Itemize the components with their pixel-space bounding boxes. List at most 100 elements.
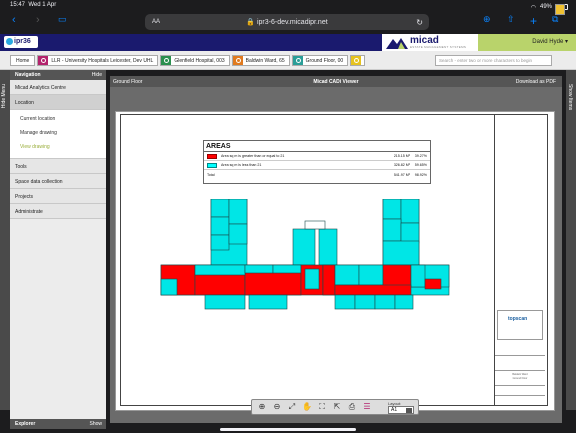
nav-item-tools[interactable]: Tools bbox=[10, 159, 106, 174]
divider bbox=[495, 385, 545, 386]
pan-icon[interactable]: ✋ bbox=[301, 401, 313, 413]
nav-sub-view-drawing[interactable]: View drawing bbox=[10, 140, 106, 154]
areas-percent: 59.65% bbox=[414, 163, 427, 167]
breadcrumb-bar: Home LLR - University Hospitals Leicester… bbox=[0, 51, 576, 70]
show-items-label: Show Items bbox=[567, 84, 573, 111]
drawing-frame: AREAS Area sq m is greater than or equal… bbox=[120, 114, 548, 406]
layout-select[interactable]: A1 bbox=[388, 406, 414, 414]
floor-plan[interactable] bbox=[155, 199, 465, 334]
divider bbox=[495, 355, 545, 356]
areas-legend: AREAS Area sq m is greater than or equal… bbox=[203, 140, 431, 184]
user-area[interactable]: David Hyde ▾ bbox=[478, 34, 576, 51]
divider bbox=[495, 370, 545, 371]
tabs-icon[interactable]: ⧉ bbox=[552, 14, 558, 25]
divider bbox=[495, 395, 545, 396]
breadcrumb-item[interactable]: Baldwin Ward, 65 bbox=[231, 55, 290, 66]
status-date: Wed 1 Apr bbox=[28, 2, 57, 8]
layers-icon[interactable]: ☰ bbox=[361, 401, 373, 413]
topscan-name: topscan bbox=[508, 316, 528, 322]
navigation-header: Navigation Hide bbox=[10, 70, 106, 80]
nav-item-analytics[interactable]: Micad Analytics Centre bbox=[10, 80, 106, 95]
reload-icon[interactable]: ↻ bbox=[416, 18, 423, 27]
zoom-in-icon[interactable]: ⊕ bbox=[256, 401, 268, 413]
areas-value: 541.97 M² bbox=[393, 172, 410, 177]
breadcrumb-label: Home bbox=[16, 57, 30, 64]
download-icon[interactable]: ⊕ bbox=[483, 14, 491, 25]
breadcrumb-item[interactable] bbox=[350, 55, 366, 66]
micad-mountain-icon bbox=[386, 38, 408, 49]
wifi-icon: ◠ bbox=[530, 4, 536, 11]
areas-percent: 98.92% bbox=[414, 172, 427, 177]
breadcrumb-label: LLR - University Hospitals Leicester, De… bbox=[51, 57, 154, 64]
search-input[interactable] bbox=[435, 55, 552, 66]
show-explorer-button[interactable]: Show bbox=[89, 421, 102, 427]
nav-sub-manage-drawing[interactable]: Manage drawing bbox=[10, 126, 106, 140]
new-tab-icon[interactable]: + bbox=[530, 14, 537, 28]
areas-label: Total bbox=[207, 172, 215, 177]
text-size-button[interactable]: AA bbox=[152, 19, 160, 25]
titleblock-floor: Ground Floor bbox=[512, 377, 528, 380]
cyan-swatch bbox=[207, 162, 217, 168]
nav-item-location[interactable]: Location bbox=[10, 95, 106, 110]
bookmarks-icon[interactable]: ▭ bbox=[58, 14, 67, 25]
explorer-title: Explorer bbox=[15, 421, 36, 427]
status-bar: 15:47 Wed 1 Apr ◠ 49% bbox=[10, 2, 568, 12]
breadcrumb: Home LLR - University Hospitals Leicester… bbox=[10, 55, 367, 66]
share-icon[interactable]: ⇧ bbox=[507, 14, 515, 25]
nav-item-projects[interactable]: Projects bbox=[10, 189, 106, 204]
nav-item-administrate[interactable]: Administrate bbox=[10, 204, 106, 219]
breadcrumb-item[interactable]: Ground Floor, 00 bbox=[291, 55, 349, 66]
areas-value: 326.82 M² bbox=[393, 163, 410, 167]
nav-sub-current-location[interactable]: Current location bbox=[10, 112, 106, 126]
download-pdf-link[interactable]: Download as PDF bbox=[516, 79, 556, 85]
title-block: topscan Baldwin Ward Ground Floor bbox=[494, 115, 545, 405]
breadcrumb-item[interactable]: Glenfield Hospital, 003 bbox=[160, 55, 230, 66]
location-pin-icon bbox=[161, 56, 172, 65]
topscan-logo: topscan bbox=[497, 310, 543, 340]
breadcrumb-item[interactable]: LLR - University Hospitals Leicester, De… bbox=[37, 55, 159, 66]
breadcrumb-label: Baldwin Ward, 65 bbox=[245, 57, 285, 64]
location-pin-icon bbox=[292, 56, 303, 65]
address-bar[interactable]: AA 🔒 ipr3-6-dev.micadipr.net ↻ bbox=[145, 14, 429, 30]
areas-title: AREAS bbox=[204, 141, 430, 152]
viewer-toolbar: ⊕ ⊖ ⤢ ✋ ⛶ ⇱ ⎙ ☰ Layout: A1 bbox=[251, 399, 419, 415]
back-icon[interactable]: ‹ bbox=[12, 14, 16, 26]
show-items-tab[interactable]: Show Items bbox=[566, 70, 576, 410]
print-icon[interactable]: ⎙ bbox=[346, 401, 358, 413]
forward-icon[interactable]: › bbox=[36, 14, 40, 26]
viewer-title: Micad CADi Viewer bbox=[313, 79, 359, 85]
location-submenu: Current location Manage drawing View dra… bbox=[10, 110, 106, 159]
explorer-header: Explorer Show bbox=[10, 419, 106, 429]
breadcrumb-home[interactable]: Home bbox=[10, 55, 36, 66]
zoom-extents-icon[interactable]: ⤢ bbox=[286, 401, 298, 413]
location-pin-icon bbox=[232, 56, 243, 65]
location-pin-icon bbox=[351, 56, 362, 65]
export-icon[interactable]: ⇱ bbox=[331, 401, 343, 413]
titleblock-ward: Baldwin Ward bbox=[512, 373, 528, 376]
zoom-out-icon[interactable]: ⊖ bbox=[271, 401, 283, 413]
areas-row: Area sq m is less than 21 326.82 M² 59.6… bbox=[204, 161, 430, 170]
micad-logo: micad ESTATE MANAGEMENT SYSTEMS bbox=[382, 34, 478, 51]
navigation-panel: Navigation Hide Micad Analytics Centre L… bbox=[10, 70, 106, 429]
search-button[interactable] bbox=[555, 4, 565, 15]
drawing-sheet[interactable]: AREAS Area sq m is greater than or equal… bbox=[115, 111, 555, 411]
hide-menu-label: Hide Menu bbox=[1, 84, 7, 109]
areas-label: Area sq m is greater than or equal to 21 bbox=[221, 154, 285, 158]
fullscreen-icon[interactable]: ⛶ bbox=[316, 401, 328, 413]
brand-tagline: ESTATE MANAGEMENT SYSTEMS bbox=[410, 45, 467, 49]
url-value: ipr3-6-dev.micadipr.net bbox=[256, 19, 328, 26]
hide-navigation-button[interactable]: Hide bbox=[92, 72, 102, 78]
ipr-logo[interactable]: ipr36 bbox=[4, 36, 38, 48]
red-swatch bbox=[207, 153, 217, 159]
cad-viewer: Ground Floor Micad CADi Viewer Download … bbox=[110, 76, 562, 423]
breadcrumb-label: Ground Floor, 00 bbox=[305, 57, 344, 64]
location-pin-icon bbox=[38, 56, 49, 65]
battery-percent: 49% bbox=[539, 4, 552, 10]
hide-menu-tab[interactable]: Hide Menu bbox=[0, 70, 10, 410]
viewer-header: Ground Floor Micad CADi Viewer Download … bbox=[110, 76, 562, 87]
user-name: David Hyde bbox=[532, 39, 564, 45]
status-time: 15:47 bbox=[10, 2, 26, 8]
nav-item-space-data[interactable]: Space data collection bbox=[10, 174, 106, 189]
user-menu[interactable]: David Hyde ▾ bbox=[532, 38, 568, 45]
areas-total-row: Total 541.97 M² 98.92% bbox=[204, 170, 430, 179]
